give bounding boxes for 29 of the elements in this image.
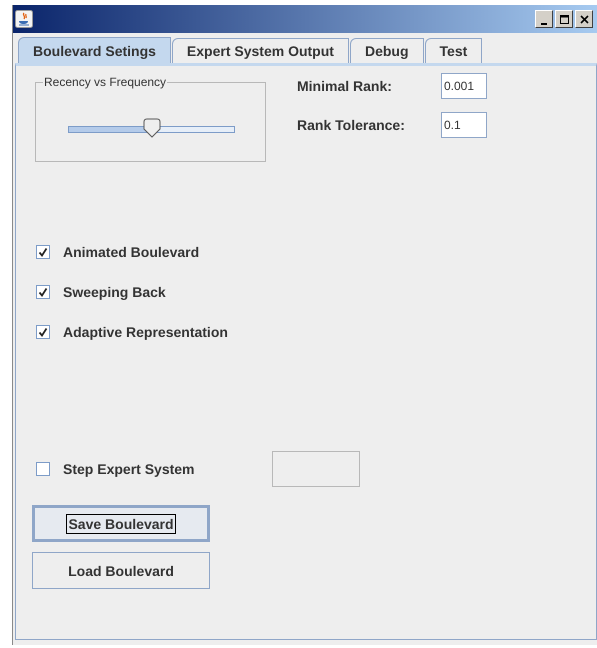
checkbox-label: Step Expert System (63, 461, 196, 477)
field-label: Minimal Rank: (297, 78, 393, 94)
checkbox[interactable] (36, 285, 50, 299)
minimize-button[interactable] (535, 10, 553, 28)
java-cup-icon (15, 10, 33, 28)
input-field[interactable] (272, 451, 360, 487)
checkbox-label: Animated Boulevard (63, 244, 200, 260)
tab[interactable]: Debug (350, 38, 424, 63)
input-field[interactable]: 0.1 (441, 112, 487, 138)
close-icon (580, 14, 588, 24)
minimize-icon (540, 22, 546, 24)
tab[interactable]: Expert System Output (172, 38, 349, 63)
maximize-button[interactable] (555, 10, 573, 28)
input-field[interactable]: 0.001 (441, 73, 487, 99)
slider-thumb[interactable] (142, 118, 160, 138)
checkbox[interactable] (36, 462, 50, 476)
checkbox[interactable] (36, 245, 50, 259)
close-button[interactable] (575, 10, 593, 28)
checkbox[interactable] (36, 325, 50, 339)
tab[interactable]: Boulevard Setings (18, 37, 171, 63)
slider[interactable] (68, 118, 235, 139)
checkbox-label: Sweeping Back (63, 284, 166, 300)
button[interactable]: Load Boulevard (32, 552, 210, 589)
checkbox-label: Adaptive Representation (63, 324, 228, 340)
maximize-icon (560, 14, 568, 24)
field-label: Rank Tolerance: (297, 117, 406, 133)
button[interactable]: Save Boulevard (32, 505, 210, 542)
tab[interactable]: Test (424, 38, 482, 63)
group-title: Recency vs Frequency (43, 76, 168, 89)
